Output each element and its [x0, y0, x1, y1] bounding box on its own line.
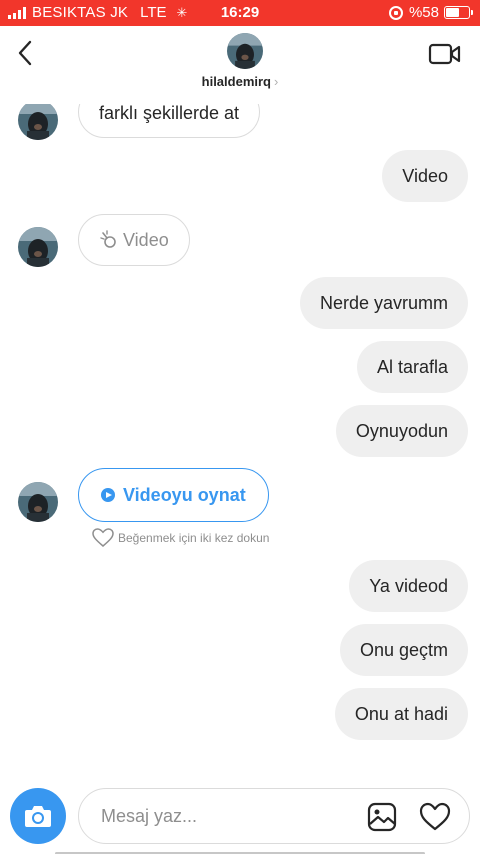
heart-icon[interactable]	[419, 802, 451, 832]
play-video-label: Videoyu oynat	[123, 485, 246, 505]
header-username[interactable]: hilaldemirq ›	[0, 74, 480, 89]
conversation-header: hilaldemirq ›	[0, 26, 480, 104]
message-list[interactable]: farklı şekillerde at Video Video Nerde y…	[0, 104, 480, 776]
header-avatar[interactable]	[227, 33, 263, 69]
message-text: Al tarafla	[376, 357, 448, 377]
like-hint-text: Beğenmek için iki kez dokun	[118, 531, 270, 545]
chevron-left-icon[interactable]	[14, 38, 38, 68]
message-text: Video	[402, 166, 448, 186]
camera-icon	[25, 806, 51, 827]
camera-button[interactable]	[10, 788, 66, 844]
message-bubble-outgoing[interactable]: Nerde yavrumm	[299, 277, 468, 329]
rotation-lock-icon	[388, 5, 403, 20]
status-bar: BESIKTAS JK LTE ✳ 16:29 %58	[0, 0, 480, 26]
tap-hand-icon	[100, 230, 116, 248]
double-tap-like-hint: Beğenmek için iki kez dokun	[92, 528, 269, 548]
message-composer	[0, 776, 480, 854]
message-text: Oynuyodun	[355, 421, 448, 441]
play-video-button[interactable]: Videoyu oynat	[78, 468, 269, 522]
battery-percent: %58	[408, 4, 439, 21]
battery-icon	[444, 6, 473, 19]
message-bubble-outgoing[interactable]: Oynuyodun	[335, 405, 468, 457]
message-bubble-incoming[interactable]: farklı şekillerde at	[78, 104, 261, 138]
image-gallery-icon[interactable]	[367, 802, 397, 832]
username-label: hilaldemirq	[201, 74, 271, 89]
chevron-right-icon: ›	[274, 74, 279, 89]
sender-avatar[interactable]	[18, 104, 58, 140]
sender-avatar[interactable]	[18, 227, 58, 267]
message-bubble-outgoing[interactable]: Al tarafla	[356, 341, 468, 393]
message-bubble-outgoing[interactable]: Onu geçtm	[339, 624, 468, 676]
video-message-bubble[interactable]: Video	[78, 214, 190, 266]
message-bubble-outgoing[interactable]: Video	[382, 150, 468, 202]
message-bubble-outgoing[interactable]: Ya videod	[349, 560, 468, 612]
message-input[interactable]	[101, 789, 351, 843]
message-box	[78, 788, 470, 844]
video-camera-icon[interactable]	[428, 42, 462, 66]
message-text: Ya videod	[369, 576, 448, 596]
heart-outline-icon	[92, 528, 114, 547]
play-icon	[101, 488, 115, 502]
message-bubble-outgoing[interactable]: Onu at hadi	[334, 688, 468, 740]
message-text: farklı şekillerde at	[99, 104, 240, 123]
message-text: Video	[123, 230, 169, 250]
message-text: Onu at hadi	[354, 704, 448, 724]
message-text: Onu geçtm	[359, 640, 448, 660]
message-text: Nerde yavrumm	[319, 293, 448, 313]
sender-avatar[interactable]	[18, 482, 58, 522]
